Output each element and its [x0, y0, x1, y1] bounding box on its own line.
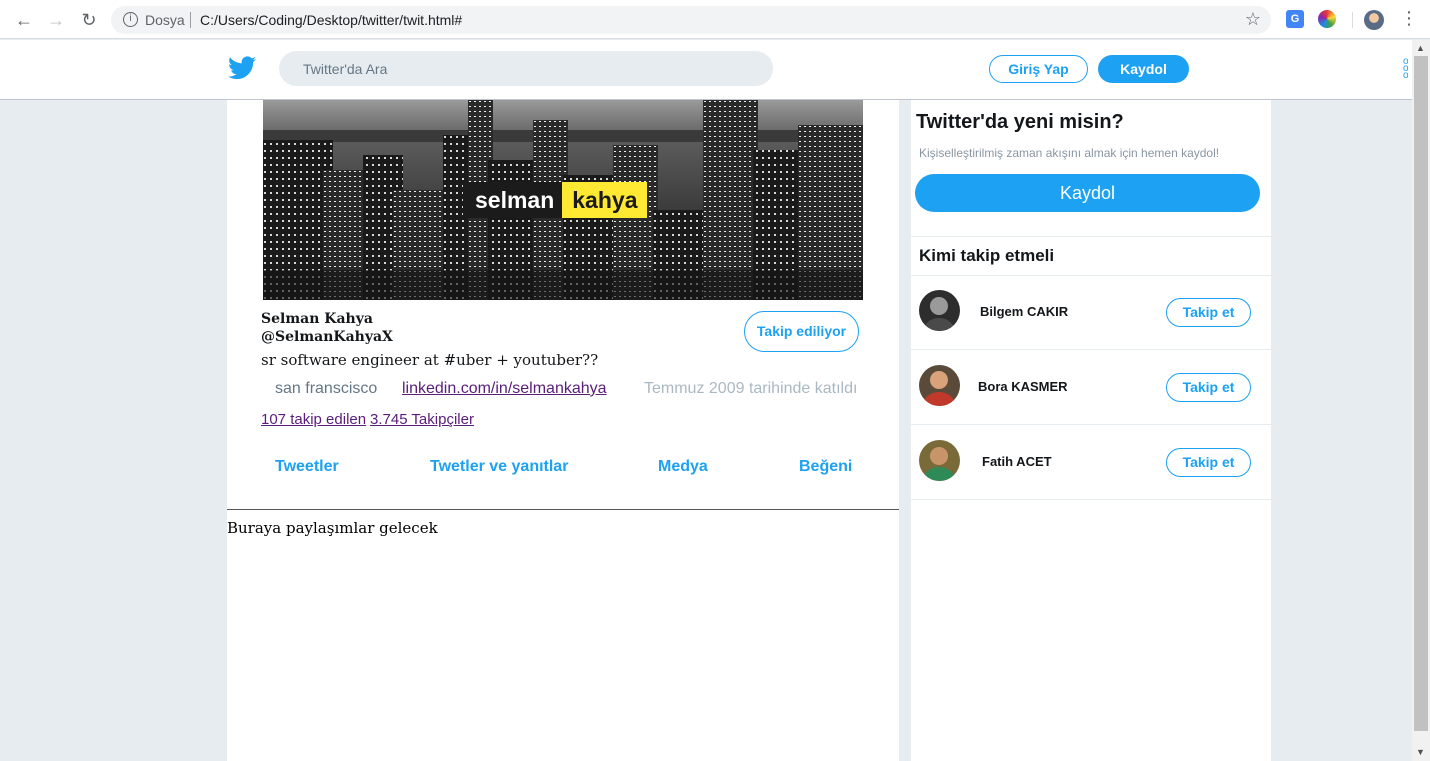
- site-security-label: Dosya: [145, 12, 185, 28]
- address-bar[interactable]: i Dosya C:/Users/Coding/Desktop/twitter/…: [111, 6, 1271, 34]
- sidebar-divider: [911, 236, 1271, 237]
- toolbar-separator: [1352, 12, 1353, 28]
- profile-location: san franscisco: [275, 380, 378, 397]
- tab-tweets[interactable]: Tweetler: [275, 458, 339, 476]
- follow-button[interactable]: Takip et: [1166, 448, 1251, 477]
- signup-card-title: Twitter'da yeni misin?: [916, 111, 1124, 133]
- suggestion-row: Fatih ACET Takip et: [911, 425, 1271, 500]
- sidebar-signup-button[interactable]: Kaydol: [915, 174, 1260, 212]
- tab-tweets-and-replies[interactable]: Twetler ve yanıtlar: [430, 458, 568, 476]
- banner-word-1: selman: [463, 182, 563, 218]
- suggestion-row: Bilgem CAKIR Takip et: [911, 275, 1271, 350]
- profile-column: selman kahya Selman Kahya @SelmanKahyaX …: [227, 100, 899, 761]
- suggestion-name[interactable]: Bilgem CAKIR: [980, 304, 1068, 319]
- url-text[interactable]: C:/Users/Coding/Desktop/twitter/twit.htm…: [200, 12, 462, 28]
- suggestion-name[interactable]: Fatih ACET: [982, 454, 1052, 469]
- banner-word-2: kahya: [562, 182, 648, 218]
- translate-extension-icon[interactable]: G: [1286, 10, 1304, 28]
- scroll-up-arrow-icon[interactable]: ▲: [1416, 43, 1425, 53]
- profile-name: Selman Kahya: [261, 311, 373, 327]
- avatar[interactable]: [919, 365, 960, 406]
- tabs-divider: [227, 509, 899, 510]
- address-separator: [190, 12, 191, 28]
- followers-count-link[interactable]: 3.745 Takipçiler: [370, 411, 474, 428]
- profile-join-date: Temmuz 2009 tarihinde katıldı: [644, 380, 858, 397]
- back-icon[interactable]: ←: [12, 8, 36, 32]
- profile-banner: selman kahya: [263, 100, 863, 300]
- overflow-dots-icon[interactable]: ooo: [1403, 57, 1411, 81]
- scrollbar-thumb[interactable]: [1414, 56, 1428, 731]
- following-count-link[interactable]: 107 takip edilen: [261, 411, 366, 428]
- tab-likes[interactable]: Beğeni: [799, 458, 852, 476]
- avatar[interactable]: [919, 290, 960, 331]
- profile-website-link[interactable]: linkedin.com/in/selmankahya: [402, 380, 607, 398]
- who-to-follow-title: Kimi takip etmeli: [919, 246, 1055, 265]
- right-sidebar: Twitter'da yeni misin? Kişiselleştirilmi…: [911, 100, 1271, 761]
- following-button[interactable]: Takip ediliyor: [744, 311, 859, 352]
- scroll-down-arrow-icon[interactable]: ▼: [1416, 747, 1425, 757]
- suggestion-name[interactable]: Bora KASMER: [978, 379, 1068, 394]
- profile-handle: @SelmanKahyaX: [261, 329, 393, 345]
- profile-bio: sr software engineer at #uber + youtuber…: [261, 351, 599, 369]
- suggestion-row: Bora KASMER Takip et: [911, 350, 1271, 425]
- site-header: Giriş Yap Kaydol ooo: [0, 40, 1412, 100]
- follow-button[interactable]: Takip et: [1166, 298, 1251, 327]
- profile-avatar-icon[interactable]: [1364, 10, 1384, 30]
- feed-placeholder: Buraya paylaşımlar gelecek: [227, 519, 438, 537]
- info-icon[interactable]: i: [123, 12, 138, 27]
- reload-icon[interactable]: ↻: [77, 8, 101, 32]
- avatar[interactable]: [919, 440, 960, 481]
- browser-menu-icon[interactable]: ⋮: [1400, 8, 1418, 29]
- login-button[interactable]: Giriş Yap: [989, 55, 1088, 83]
- signup-card-subtitle: Kişiselleştirilmiş zaman akışını almak i…: [919, 146, 1220, 160]
- signup-button[interactable]: Kaydol: [1098, 55, 1189, 83]
- search-input[interactable]: [279, 51, 773, 86]
- tab-media[interactable]: Medya: [658, 458, 708, 476]
- color-picker-extension-icon[interactable]: [1318, 10, 1336, 28]
- page-scrollbar[interactable]: ▲ ▼: [1412, 40, 1430, 761]
- twitter-bird-icon[interactable]: [228, 56, 256, 80]
- banner-logo: selman kahya: [463, 182, 648, 218]
- browser-toolbar: ← → ↻ i Dosya C:/Users/Coding/Desktop/tw…: [0, 0, 1430, 39]
- follow-button[interactable]: Takip et: [1166, 373, 1251, 402]
- forward-icon[interactable]: →: [44, 8, 68, 32]
- bookmark-star-icon[interactable]: ☆: [1245, 9, 1261, 30]
